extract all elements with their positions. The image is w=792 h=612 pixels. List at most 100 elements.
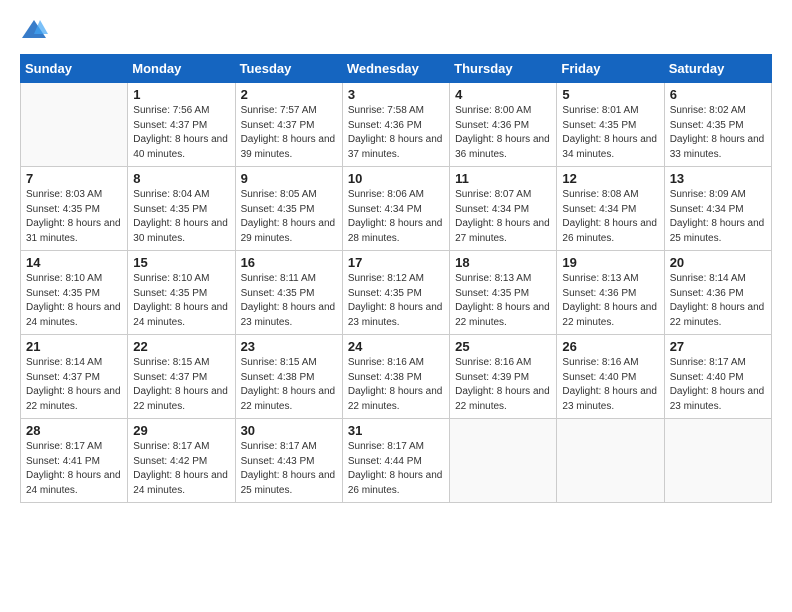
day-cell: 23 Sunrise: 8:15 AMSunset: 4:38 PMDayligh… — [235, 335, 342, 419]
day-cell: 17Sunrise: 8:12 AMSunset: 4:35 PMDayligh… — [342, 251, 449, 335]
day-number: 21 — [26, 339, 122, 354]
page: Sunday Monday Tuesday Wednesday Thursday… — [0, 0, 792, 612]
day-info: Sunrise: 8:16 AMSunset: 4:38 PMDaylight:… — [348, 356, 444, 414]
day-cell: 6 Sunrise: 8:02 AMSunset: 4:35 PMDaylight… — [664, 83, 771, 167]
day-cell: 9 Sunrise: 8:05 AMSunset: 4:35 PMDaylight… — [235, 167, 342, 251]
day-number: 17 — [348, 255, 444, 270]
day-cell: 29Sunrise: 8:17 AMSunset: 4:42 PMDayligh… — [128, 419, 235, 503]
day-cell — [450, 419, 557, 503]
day-info: Sunrise: 8:13 AMSunset: 4:36 PMDaylight:… — [562, 272, 658, 330]
header-tuesday: Tuesday — [235, 55, 342, 83]
day-info: Sunrise: 7:58 AMSunset: 4:36 PMDaylight:… — [348, 104, 444, 162]
day-cell: 13 Sunrise: 8:09 AMSunset: 4:34 PMDayligh… — [664, 167, 771, 251]
week-row-3: 21 Sunrise: 8:14 AMSunset: 4:37 PMDayligh… — [21, 335, 772, 419]
day-info: Sunrise: 8:01 AMSunset: 4:35 PMDaylight:… — [562, 104, 658, 162]
day-info: Sunrise: 8:17 AMSunset: 4:44 PMDaylight:… — [348, 440, 444, 498]
day-cell: 21 Sunrise: 8:14 AMSunset: 4:37 PMDayligh… — [21, 335, 128, 419]
day-info: Sunrise: 8:13 AMSunset: 4:35 PMDaylight:… — [455, 272, 551, 330]
header-sunday: Sunday — [21, 55, 128, 83]
day-info: Sunrise: 8:16 AMSunset: 4:40 PMDaylight:… — [562, 356, 658, 414]
week-row-1: 7 Sunrise: 8:03 AMSunset: 4:35 PMDaylight… — [21, 167, 772, 251]
day-cell: 26 Sunrise: 8:16 AMSunset: 4:40 PMDayligh… — [557, 335, 664, 419]
day-cell: 7 Sunrise: 8:03 AMSunset: 4:35 PMDaylight… — [21, 167, 128, 251]
day-number: 13 — [670, 171, 766, 186]
day-info: Sunrise: 8:15 AMSunset: 4:38 PMDaylight:… — [241, 356, 337, 414]
day-number: 8 — [133, 171, 229, 186]
day-cell: 3 Sunrise: 7:58 AMSunset: 4:36 PMDaylight… — [342, 83, 449, 167]
day-info: Sunrise: 8:17 AMSunset: 4:41 PMDaylight:… — [26, 440, 122, 498]
logo — [20, 16, 52, 44]
day-number: 7 — [26, 171, 122, 186]
day-cell: 16Sunrise: 8:11 AMSunset: 4:35 PMDayligh… — [235, 251, 342, 335]
weekday-header-row: Sunday Monday Tuesday Wednesday Thursday… — [21, 55, 772, 83]
header-friday: Friday — [557, 55, 664, 83]
week-row-2: 14 Sunrise: 8:10 AMSunset: 4:35 PMDayligh… — [21, 251, 772, 335]
day-cell: 15Sunrise: 8:10 AMSunset: 4:35 PMDayligh… — [128, 251, 235, 335]
day-cell: 31 Sunrise: 8:17 AMSunset: 4:44 PMDayligh… — [342, 419, 449, 503]
day-info: Sunrise: 8:17 AMSunset: 4:42 PMDaylight:… — [133, 440, 229, 498]
day-cell: 27 Sunrise: 8:17 AMSunset: 4:40 PMDayligh… — [664, 335, 771, 419]
day-number: 23 — [241, 339, 337, 354]
day-number: 2 — [241, 87, 337, 102]
day-cell: 20Sunrise: 8:14 AMSunset: 4:36 PMDayligh… — [664, 251, 771, 335]
day-number: 25 — [455, 339, 551, 354]
day-cell: 24 Sunrise: 8:16 AMSunset: 4:38 PMDayligh… — [342, 335, 449, 419]
day-number: 10 — [348, 171, 444, 186]
day-cell: 4 Sunrise: 8:00 AMSunset: 4:36 PMDaylight… — [450, 83, 557, 167]
day-info: Sunrise: 8:17 AMSunset: 4:40 PMDaylight:… — [670, 356, 766, 414]
day-info: Sunrise: 7:57 AMSunset: 4:37 PMDaylight:… — [241, 104, 337, 162]
day-info: Sunrise: 8:04 AMSunset: 4:35 PMDaylight:… — [133, 188, 229, 246]
day-cell: 12 Sunrise: 8:08 AMSunset: 4:34 PMDayligh… — [557, 167, 664, 251]
day-cell: 11 Sunrise: 8:07 AMSunset: 4:34 PMDayligh… — [450, 167, 557, 251]
day-cell: 5Sunrise: 8:01 AMSunset: 4:35 PMDaylight… — [557, 83, 664, 167]
day-cell: 30 Sunrise: 8:17 AMSunset: 4:43 PMDayligh… — [235, 419, 342, 503]
day-number: 3 — [348, 87, 444, 102]
day-number: 19 — [562, 255, 658, 270]
day-info: Sunrise: 8:09 AMSunset: 4:34 PMDaylight:… — [670, 188, 766, 246]
day-info: Sunrise: 8:08 AMSunset: 4:34 PMDaylight:… — [562, 188, 658, 246]
day-number: 11 — [455, 171, 551, 186]
header-thursday: Thursday — [450, 55, 557, 83]
day-info: Sunrise: 7:56 AMSunset: 4:37 PMDaylight:… — [133, 104, 229, 162]
day-info: Sunrise: 8:05 AMSunset: 4:35 PMDaylight:… — [241, 188, 337, 246]
day-number: 26 — [562, 339, 658, 354]
day-info: Sunrise: 8:06 AMSunset: 4:34 PMDaylight:… — [348, 188, 444, 246]
day-cell: 8 Sunrise: 8:04 AMSunset: 4:35 PMDaylight… — [128, 167, 235, 251]
day-info: Sunrise: 8:07 AMSunset: 4:34 PMDaylight:… — [455, 188, 551, 246]
day-cell — [557, 419, 664, 503]
day-number: 6 — [670, 87, 766, 102]
day-info: Sunrise: 8:03 AMSunset: 4:35 PMDaylight:… — [26, 188, 122, 246]
week-row-0: 1 Sunrise: 7:56 AMSunset: 4:37 PMDaylight… — [21, 83, 772, 167]
day-cell: 19 Sunrise: 8:13 AMSunset: 4:36 PMDayligh… — [557, 251, 664, 335]
day-number: 9 — [241, 171, 337, 186]
day-info: Sunrise: 8:02 AMSunset: 4:35 PMDaylight:… — [670, 104, 766, 162]
day-cell: 10 Sunrise: 8:06 AMSunset: 4:34 PMDayligh… — [342, 167, 449, 251]
day-cell: 25 Sunrise: 8:16 AMSunset: 4:39 PMDayligh… — [450, 335, 557, 419]
calendar-table: Sunday Monday Tuesday Wednesday Thursday… — [20, 54, 772, 503]
header-saturday: Saturday — [664, 55, 771, 83]
day-info: Sunrise: 8:10 AMSunset: 4:35 PMDaylight:… — [26, 272, 122, 330]
day-info: Sunrise: 8:14 AMSunset: 4:37 PMDaylight:… — [26, 356, 122, 414]
day-number: 20 — [670, 255, 766, 270]
day-info: Sunrise: 8:15 AMSunset: 4:37 PMDaylight:… — [133, 356, 229, 414]
day-cell — [664, 419, 771, 503]
day-number: 31 — [348, 423, 444, 438]
header-wednesday: Wednesday — [342, 55, 449, 83]
day-info: Sunrise: 8:17 AMSunset: 4:43 PMDaylight:… — [241, 440, 337, 498]
day-cell: 1 Sunrise: 7:56 AMSunset: 4:37 PMDaylight… — [128, 83, 235, 167]
day-number: 24 — [348, 339, 444, 354]
week-row-4: 28Sunrise: 8:17 AMSunset: 4:41 PMDayligh… — [21, 419, 772, 503]
day-cell: 2 Sunrise: 7:57 AMSunset: 4:37 PMDaylight… — [235, 83, 342, 167]
day-info: Sunrise: 8:00 AMSunset: 4:36 PMDaylight:… — [455, 104, 551, 162]
day-number: 15 — [133, 255, 229, 270]
day-number: 14 — [26, 255, 122, 270]
day-number: 12 — [562, 171, 658, 186]
day-number: 1 — [133, 87, 229, 102]
day-number: 30 — [241, 423, 337, 438]
day-number: 18 — [455, 255, 551, 270]
day-info: Sunrise: 8:16 AMSunset: 4:39 PMDaylight:… — [455, 356, 551, 414]
day-cell: 14 Sunrise: 8:10 AMSunset: 4:35 PMDayligh… — [21, 251, 128, 335]
day-number: 4 — [455, 87, 551, 102]
day-number: 16 — [241, 255, 337, 270]
day-number: 27 — [670, 339, 766, 354]
